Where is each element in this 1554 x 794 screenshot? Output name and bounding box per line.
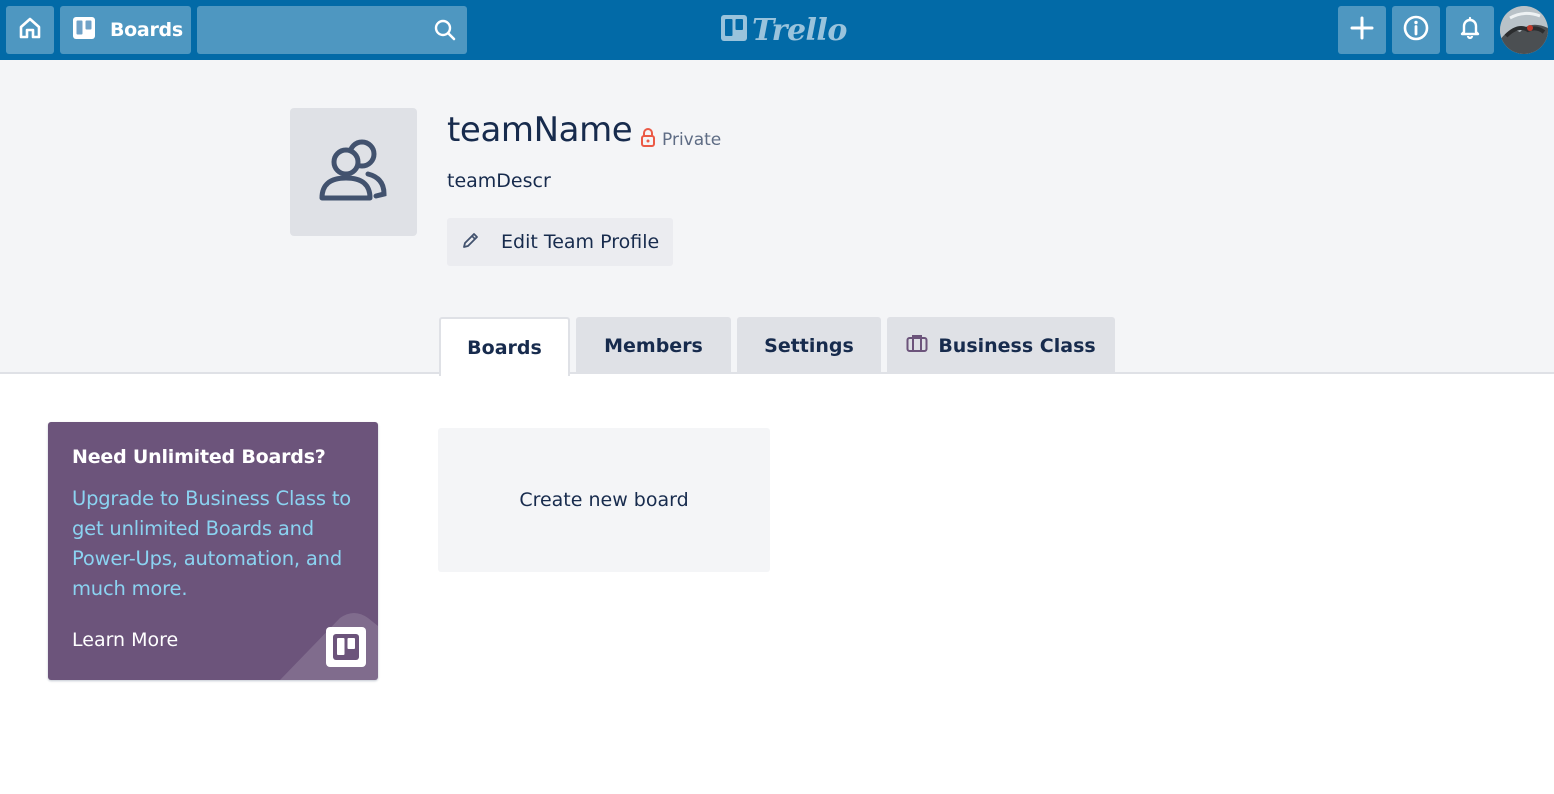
tab-business-class[interactable]: Business Class: [887, 317, 1115, 374]
upgrade-promo-card: Need Unlimited Boards? Upgrade to Busine…: [48, 422, 378, 680]
tab-label: Members: [604, 334, 703, 357]
edit-team-profile-button[interactable]: Edit Team Profile: [447, 218, 673, 266]
tab-label: Business Class: [938, 334, 1096, 357]
tab-label: Boards: [467, 336, 542, 359]
trello-badge-icon: [326, 627, 366, 667]
privacy-label: Private: [662, 129, 722, 150]
user-avatar[interactable]: [1500, 6, 1548, 54]
create-new-board-tile[interactable]: Create new board: [438, 428, 770, 572]
avatar-photo: [1500, 6, 1548, 54]
search-icon[interactable]: [433, 18, 457, 42]
edit-team-profile-label: Edit Team Profile: [501, 231, 660, 253]
promo-body[interactable]: Upgrade to Business Class to get unlimit…: [72, 484, 362, 604]
tab-settings[interactable]: Settings: [737, 317, 881, 374]
info-button[interactable]: [1392, 6, 1440, 54]
boards-button[interactable]: Boards: [60, 6, 191, 54]
home-icon: [17, 15, 43, 45]
pencil-icon: [461, 230, 481, 254]
tab-members[interactable]: Members: [576, 317, 731, 374]
home-button[interactable]: [6, 6, 54, 54]
trello-wordmark: Trello: [752, 12, 847, 48]
search-box[interactable]: [197, 6, 467, 54]
team-description: teamDescr: [447, 170, 551, 192]
team-icon: [318, 136, 390, 208]
lock-icon: [640, 127, 656, 152]
notifications-button[interactable]: [1446, 6, 1494, 54]
boards-button-label: Boards: [110, 19, 183, 41]
boards-icon: [72, 16, 96, 44]
plus-icon: [1349, 15, 1375, 45]
briefcase-icon: [906, 334, 928, 357]
team-logo: [290, 108, 417, 236]
promo-title: Need Unlimited Boards?: [72, 446, 326, 468]
team-name: teamName: [447, 110, 633, 150]
tab-label: Settings: [764, 334, 854, 357]
tab-boards[interactable]: Boards: [439, 317, 570, 376]
bell-icon: [1457, 15, 1483, 45]
info-icon: [1402, 14, 1430, 46]
privacy-indicator[interactable]: Private: [640, 127, 721, 152]
learn-more-link[interactable]: Learn More: [72, 629, 178, 651]
team-header: teamName Private teamDescr Edit Team Pro…: [0, 60, 1554, 376]
create-button[interactable]: [1338, 6, 1386, 54]
create-board-label: Create new board: [519, 489, 689, 511]
trello-logo[interactable]: Trello: [720, 12, 847, 48]
top-header: Boards Trello: [0, 0, 1554, 60]
trello-logo-icon: [720, 14, 748, 46]
search-input[interactable]: [197, 6, 427, 54]
